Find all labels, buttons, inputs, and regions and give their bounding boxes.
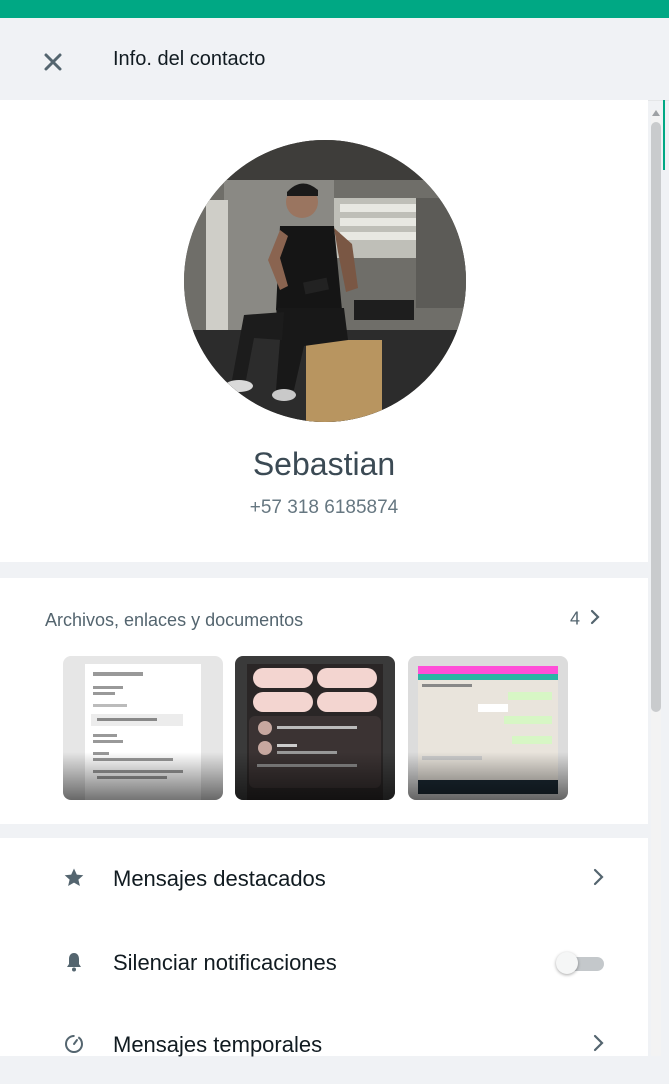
- media-thumbnail-2[interactable]: [235, 656, 395, 800]
- chevron-right-icon: [593, 868, 604, 886]
- star-icon: [64, 868, 84, 886]
- page-title: Info. del contacto: [113, 48, 266, 70]
- profile-section: Sebastian +57 318 6185874: [0, 100, 648, 562]
- media-thumbnail-3[interactable]: [408, 656, 568, 800]
- contact-phone: +57 318 6185874: [249, 497, 399, 518]
- scrollbar-thumb[interactable]: [651, 122, 661, 712]
- contact-name: Sebastian: [252, 446, 396, 482]
- scrollbar[interactable]: [651, 110, 661, 1056]
- options-section: Mensajes destacados Silenciar notificaci…: [0, 838, 648, 1057]
- mute-notifications-toggle[interactable]: [556, 952, 606, 974]
- disappearing-messages-label: Mensajes temporales: [113, 1032, 323, 1057]
- media-thumbnail-1[interactable]: [63, 656, 223, 800]
- toggle-knob: [556, 952, 578, 974]
- profile-photo: [184, 140, 466, 422]
- starred-messages-label: Mensajes destacados: [113, 866, 326, 891]
- mute-notifications-row[interactable]: Silenciar notificaciones: [0, 922, 648, 1002]
- bell-icon: [67, 953, 81, 972]
- starred-messages-row[interactable]: Mensajes destacados: [0, 838, 648, 918]
- media-section-title: Archivos, enlaces y documentos: [45, 610, 304, 630]
- contact-info-header: Info. del contacto: [0, 18, 669, 101]
- mute-notifications-label: Silenciar notificaciones: [113, 950, 337, 975]
- media-count: 4: [570, 608, 581, 629]
- close-button[interactable]: [38, 47, 68, 77]
- timer-icon: [65, 1035, 83, 1053]
- scroll-up-arrow[interactable]: [652, 110, 660, 116]
- close-icon: [44, 53, 62, 71]
- chevron-right-icon: [593, 1034, 604, 1052]
- disappearing-messages-row[interactable]: Mensajes temporales: [0, 1004, 648, 1084]
- avatar[interactable]: [184, 140, 466, 422]
- top-accent-bar: [0, 0, 669, 18]
- chevron-right-icon: [589, 608, 601, 631]
- media-section: Archivos, enlaces y documentos 4: [0, 578, 648, 824]
- panel-edge-accent: [663, 100, 665, 170]
- media-count-link[interactable]: 4: [570, 608, 601, 631]
